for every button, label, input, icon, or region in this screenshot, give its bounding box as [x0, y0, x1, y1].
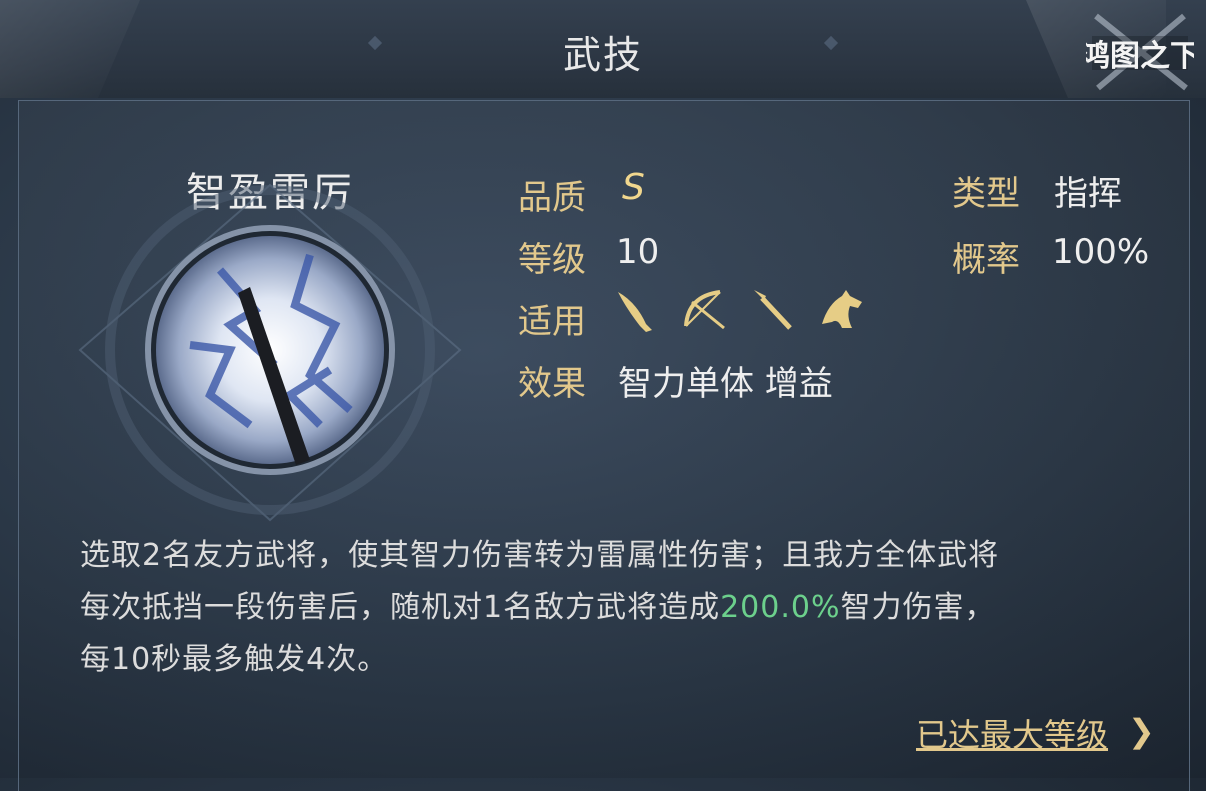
description-line: 每次抵挡一段伤害后，随机对1名敌方武将造成200.0%智力伤害， [80, 582, 1160, 634]
skill-description: 选取2名友方武将，使其智力伤害转为雷属性伤害；且我方全体武将 每次抵挡一段伤害后… [80, 530, 1160, 686]
quality-value: S [622, 167, 645, 208]
horse-icon [822, 290, 862, 328]
description-text: 每次抵挡一段伤害后，随机对1名敌方武将造成 [80, 590, 721, 625]
bow-icon [684, 290, 725, 330]
skill-emblem [78, 183, 462, 522]
type-value: 指挥 [1054, 174, 1122, 214]
description-line: 选取2名友方武将，使其智力伤害转为雷属性伤害；且我方全体武将 [80, 538, 1000, 573]
game-logo: 鸿图之下 [1086, 13, 1194, 91]
type-label: 类型 [952, 174, 1020, 214]
quality-label: 品质 [518, 178, 586, 218]
level-value: 10 [616, 232, 660, 272]
applicable-label: 适用 [518, 302, 586, 342]
description-line: 每10秒最多触发4次。 [80, 642, 389, 677]
effect-value: 智力单体 增益 [618, 364, 833, 404]
spear-icon [754, 290, 792, 330]
max-level-link[interactable]: 已达最大等级 [916, 710, 1108, 756]
rate-label: 概率 [952, 240, 1020, 280]
effect-label: 效果 [518, 364, 586, 404]
chevron-right-icon[interactable]: ❯ [1128, 712, 1155, 750]
description-text: 智力伤害， [840, 590, 996, 625]
rate-value: 100% [1052, 232, 1150, 272]
page-title: 武技 [562, 33, 643, 77]
damage-percent: 200.0% [720, 590, 841, 625]
applicable-units [618, 290, 862, 332]
blade-icon [618, 292, 652, 332]
level-label: 等级 [518, 240, 586, 280]
logo-text: 鸿图之下 [1086, 39, 1194, 74]
